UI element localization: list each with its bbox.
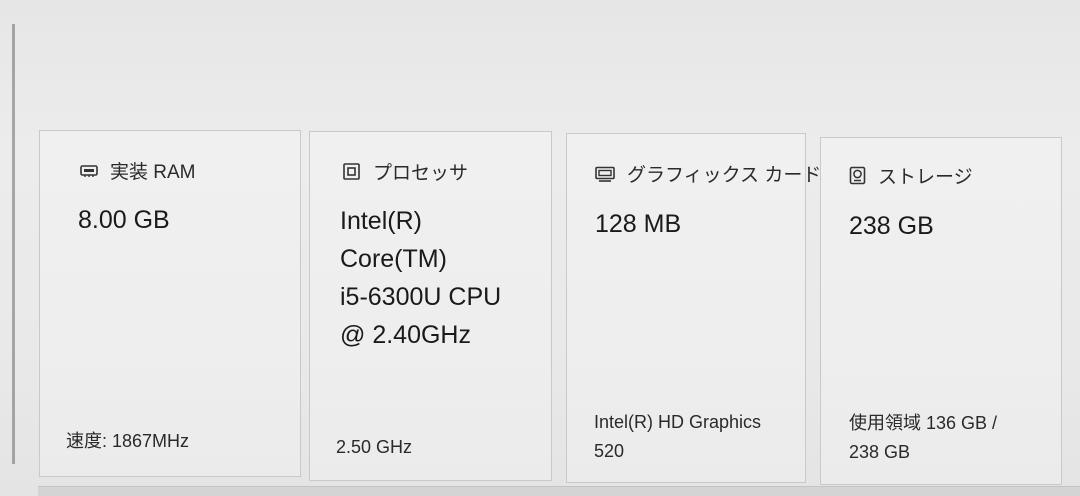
storage-card-label: ストレージ (878, 167, 973, 188)
processor-card-header: プロセッサ (342, 158, 468, 185)
processor-icon (342, 162, 361, 181)
storage-card-header: ストレージ (849, 162, 973, 189)
graphics-card-header: グラフィックス カード (595, 160, 821, 187)
graphics-card: グラフィックス カード 128 MB Intel(R) HD Graphics … (566, 133, 821, 483)
storage-usage-line: 使用領域 136 GB / (849, 413, 998, 433)
graphics-name-line: Intel(R) HD Graphics (594, 412, 762, 432)
graphics-name-line: 520 (594, 441, 625, 461)
processor-value-line: i5-6300U CPU (340, 283, 502, 311)
processor-value-line: Intel(R) (340, 207, 422, 235)
ram-card: 実装 RAM 8.00 GB 速度: 1867MHz (39, 130, 301, 477)
processor-value-line: @ 2.40GHz (340, 321, 471, 349)
processor-value-line: Core(TM) (340, 245, 447, 273)
ram-card-label: 実装 RAM (110, 162, 196, 183)
graphics-value-line: 128 MB (595, 210, 682, 238)
window-edge (12, 24, 15, 464)
processor-card-footer: 2.50 GHz (336, 433, 412, 462)
storage-value-line: 238 GB (849, 212, 934, 240)
storage-usage-line: 238 GB (849, 442, 911, 462)
graphics-card-footer: Intel(R) HD Graphics 520 (594, 408, 761, 466)
ram-card-header: 実装 RAM (80, 157, 196, 184)
ram-speed: 速度: 1867MHz (66, 431, 190, 451)
ram-icon (80, 164, 98, 178)
storage-card-value: 238 GB (849, 207, 934, 245)
graphics-card-label: グラフィックス カード (627, 165, 822, 186)
storage-card: ストレージ 238 GB 使用領域 136 GB / 238 GB (820, 137, 1062, 485)
ram-value-line: 8.00 GB (78, 206, 170, 234)
processor-base-speed: 2.50 GHz (336, 437, 413, 457)
graphics-card-icon (595, 166, 615, 182)
ram-card-footer: 速度: 1867MHz (66, 427, 189, 456)
ram-card-value: 8.00 GB (78, 201, 170, 239)
storage-icon (849, 166, 866, 185)
processor-card: プロセッサ Intel(R) Core(TM) i5-6300U CPU @ 2… (309, 131, 552, 481)
processor-card-value: Intel(R) Core(TM) i5-6300U CPU @ 2.40GHz (340, 202, 501, 354)
graphics-card-value: 128 MB (595, 205, 681, 243)
processor-card-label: プロセッサ (373, 163, 469, 184)
storage-card-footer: 使用領域 136 GB / 238 GB (849, 409, 997, 467)
